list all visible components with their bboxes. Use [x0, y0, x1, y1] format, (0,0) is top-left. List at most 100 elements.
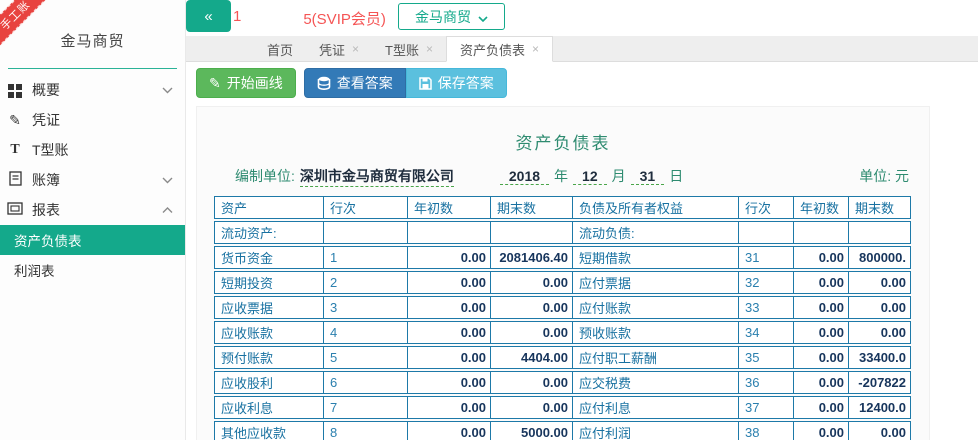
save-answer-button[interactable]: 保存答案	[406, 68, 507, 98]
amount-cell[interactable]	[408, 221, 491, 244]
item-name-cell: 应收利息	[214, 396, 324, 419]
save-answer-label: 保存答案	[438, 73, 494, 93]
line-number-cell: 38	[739, 421, 794, 440]
column-header: 行次	[739, 196, 794, 219]
month-label: 月	[612, 166, 626, 186]
close-icon[interactable]: ×	[352, 43, 359, 55]
view-answer-label: 查看答案	[337, 73, 393, 93]
amount-cell[interactable]: 800000.	[849, 246, 911, 269]
line-number-cell: 37	[739, 396, 794, 419]
amount-cell[interactable]: 0.00	[794, 396, 849, 419]
tab-voucher[interactable]: 凭证 ×	[306, 36, 372, 62]
amount-cell[interactable]: 0.00	[491, 271, 573, 294]
sidebar-collapse-button[interactable]: «	[186, 0, 231, 32]
column-header: 期末数	[849, 196, 911, 219]
amount-cell[interactable]: 0.00	[849, 271, 911, 294]
sidebar-divider	[8, 68, 177, 69]
close-icon[interactable]: ×	[532, 43, 539, 55]
report-date: 2018 年 12 月 31 日	[500, 166, 688, 186]
amount-cell[interactable]: 0.00	[794, 296, 849, 319]
table-header-row: 资产行次年初数期末数负债及所有者权益行次年初数期末数	[214, 196, 911, 219]
sidebar-item-label: 概要	[32, 80, 154, 100]
line-number-cell: 33	[739, 296, 794, 319]
month-field[interactable]: 12	[573, 168, 607, 185]
sidebar-item-income-statement[interactable]: 利润表	[0, 255, 185, 285]
start-draw-button[interactable]: ✎ 开始画线	[196, 68, 296, 98]
amount-cell[interactable]: 0.00	[408, 346, 491, 369]
sidebar-item-books[interactable]: 账簿	[0, 165, 185, 195]
amount-cell[interactable]: 0.00	[491, 321, 573, 344]
amount-cell[interactable]: 0.00	[794, 321, 849, 344]
topbar: « 1 5(SVIP会员) 金马商贸	[186, 0, 978, 36]
item-name-cell: 应交税费	[573, 371, 739, 394]
item-name-cell: 预付账款	[214, 346, 324, 369]
year-field[interactable]: 2018	[500, 168, 549, 185]
amount-cell[interactable]: 0.00	[408, 421, 491, 440]
item-name-cell: 应收账款	[214, 321, 324, 344]
line-number-cell: 6	[324, 371, 408, 394]
amount-cell[interactable]: 0.00	[794, 346, 849, 369]
column-header: 期末数	[491, 196, 573, 219]
amount-cell[interactable]: 0.00	[794, 371, 849, 394]
amount-cell[interactable]: 0.00	[491, 396, 573, 419]
amount-cell[interactable]	[794, 221, 849, 244]
amount-cell[interactable]: 0.00	[408, 321, 491, 344]
amount-cell[interactable]: 5000.00	[491, 421, 573, 440]
table-row: 应收利息70.000.00应付利息370.0012400.0	[214, 396, 911, 419]
amount-cell[interactable]: 0.00	[408, 271, 491, 294]
line-number-cell	[739, 221, 794, 244]
amount-cell[interactable]: 4404.00	[491, 346, 573, 369]
table-row: 货币资金10.002081406.40短期借款310.00800000.	[214, 246, 911, 269]
tab-label: 凭证	[319, 40, 345, 59]
sidebar-item-voucher[interactable]: ✎ 凭证	[0, 105, 185, 135]
company-name-field[interactable]: 深圳市金马商贸有限公司	[300, 166, 454, 187]
balance-sheet-panel: 资产负债表 编制单位: 深圳市金马商贸有限公司 2018 年 12 月 31 日…	[196, 106, 930, 440]
amount-cell[interactable]: 0.00	[408, 396, 491, 419]
member-text-part2: 5(SVIP会员)	[303, 8, 386, 29]
company-dropdown[interactable]: 金马商贸	[398, 3, 505, 30]
amount-cell[interactable]: 0.00	[849, 321, 911, 344]
tab-label: 资产负债表	[460, 40, 525, 59]
amount-cell[interactable]	[849, 221, 911, 244]
line-number-cell: 8	[324, 421, 408, 440]
sidebar-item-reports[interactable]: 报表	[0, 195, 185, 225]
tab-home[interactable]: 首页	[254, 36, 306, 62]
book-icon	[6, 171, 24, 189]
line-number-cell: 7	[324, 396, 408, 419]
amount-cell[interactable]: -207822	[849, 371, 911, 394]
report-info-row: 编制单位: 深圳市金马商贸有限公司 2018 年 12 月 31 日 单位: 元	[235, 166, 909, 187]
year-label: 年	[554, 166, 568, 186]
amount-cell[interactable]: 0.00	[849, 296, 911, 319]
amount-cell[interactable]: 0.00	[794, 271, 849, 294]
column-header: 年初数	[408, 196, 491, 219]
amount-cell[interactable]: 2081406.40	[491, 246, 573, 269]
tab-balance-sheet[interactable]: 资产负债表 ×	[446, 36, 553, 62]
sidebar-item-overview[interactable]: 概要	[0, 75, 185, 105]
tab-t-account[interactable]: T型账 ×	[372, 36, 446, 62]
line-number-cell: 4	[324, 321, 408, 344]
close-icon[interactable]: ×	[426, 43, 433, 55]
sidebar-item-balance-sheet[interactable]: 资产负债表	[0, 225, 185, 255]
amount-cell[interactable]	[491, 221, 573, 244]
amount-cell[interactable]: 0.00	[408, 246, 491, 269]
view-answer-button[interactable]: 查看答案	[304, 68, 406, 98]
sidebar-item-t-account[interactable]: T T型账	[0, 135, 185, 165]
amount-cell[interactable]: 12400.0	[849, 396, 911, 419]
sidebar: 金马商贸 概要 ✎ 凭证 T T型账 账簿 报表 资产负债表 利润表	[0, 0, 186, 440]
table-row: 应收账款40.000.00预收账款340.000.00	[214, 321, 911, 344]
line-number-cell: 2	[324, 271, 408, 294]
amount-cell[interactable]: 0.00	[408, 296, 491, 319]
balance-table-head: 资产行次年初数期末数负债及所有者权益行次年初数期末数	[214, 196, 911, 219]
item-name-cell: 应付票据	[573, 271, 739, 294]
amount-cell[interactable]: 0.00	[491, 371, 573, 394]
line-number-cell: 32	[739, 271, 794, 294]
amount-cell[interactable]: 33400.0	[849, 346, 911, 369]
main-area: « 1 5(SVIP会员) 金马商贸 首页 凭证 × T型账 × 资产负债表 ×	[186, 0, 978, 440]
amount-cell[interactable]: 0.00	[491, 296, 573, 319]
chevron-down-icon	[162, 87, 173, 94]
amount-cell[interactable]: 0.00	[794, 246, 849, 269]
amount-cell[interactable]: 0.00	[794, 421, 849, 440]
amount-cell[interactable]: 0.00	[408, 371, 491, 394]
day-field[interactable]: 31	[631, 168, 665, 185]
amount-cell[interactable]: 0.00	[849, 421, 911, 440]
